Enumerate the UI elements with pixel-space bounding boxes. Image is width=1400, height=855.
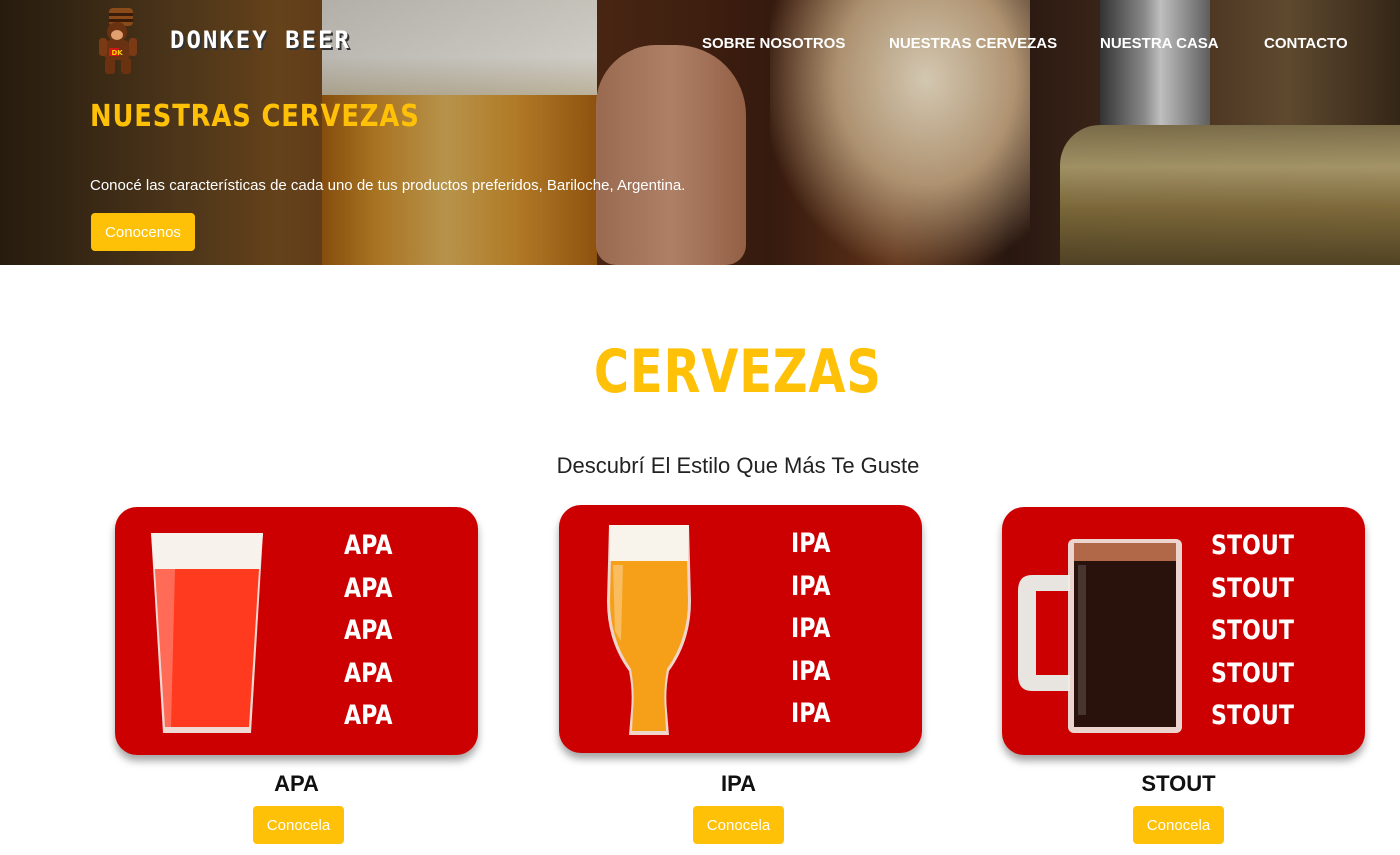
- card-word: APA: [344, 530, 393, 561]
- card-word: IPA: [791, 655, 831, 687]
- pint-glass-icon: [151, 533, 263, 733]
- conocenos-button[interactable]: Conocenos: [91, 213, 195, 251]
- conocela-stout-button[interactable]: Conocela: [1133, 806, 1224, 844]
- beer-mug-icon: [1018, 539, 1182, 733]
- nav-sobre-nosotros[interactable]: SOBRE NOSOTROS: [702, 35, 845, 52]
- card-word: APA: [344, 700, 393, 731]
- nav-nuestra-casa[interactable]: NUESTRA CASA: [1100, 35, 1219, 52]
- hero-title: NUESTRAS CERVEZAS: [90, 99, 420, 134]
- nav-nuestras-cervezas[interactable]: NUESTRAS CERVEZAS: [889, 35, 1057, 52]
- card-word: IPA: [791, 698, 831, 729]
- nav-contacto[interactable]: CONTACTO: [1264, 35, 1348, 52]
- card-word: STOUT: [1211, 657, 1294, 689]
- card-word: STOUT: [1211, 530, 1294, 561]
- tulip-glass-icon: [607, 525, 691, 735]
- card-word: APA: [344, 657, 393, 689]
- beer-card-ipa[interactable]: IPA IPA IPA IPA IPA: [559, 505, 922, 753]
- svg-text:DK: DK: [112, 49, 124, 57]
- card-word: STOUT: [1211, 700, 1294, 731]
- beer-name-stout: STOUT: [1141, 771, 1216, 796]
- brand-name[interactable]: DONKEY BEER: [170, 26, 351, 54]
- card-word: APA: [344, 615, 393, 646]
- beer-name-apa: APA: [274, 771, 319, 796]
- card-word: IPA: [791, 528, 831, 559]
- card-word: APA: [344, 572, 393, 604]
- hero-description: Conocé las características de cada uno d…: [90, 177, 686, 194]
- beer-card-stout[interactable]: STOUT STOUT STOUT STOUT STOUT: [1002, 507, 1365, 755]
- card-word: STOUT: [1211, 615, 1294, 646]
- card-word: STOUT: [1211, 572, 1294, 604]
- conocela-apa-button[interactable]: Conocela: [253, 806, 344, 844]
- card-words: APA APA APA APA APA: [344, 525, 403, 738]
- card-word: IPA: [791, 613, 831, 644]
- section-title: CERVEZAS: [593, 337, 882, 407]
- donkey-kong-logo-icon[interactable]: DK: [93, 8, 149, 76]
- card-words: STOUT STOUT STOUT STOUT STOUT: [1211, 525, 1312, 738]
- beer-fill: [1074, 559, 1176, 727]
- card-word: IPA: [791, 570, 831, 602]
- section-subtitle: Descubrí El Estilo Que Más Te Guste: [556, 453, 920, 478]
- card-words: IPA IPA IPA IPA IPA: [791, 523, 839, 736]
- beer-name-ipa: IPA: [720, 771, 757, 796]
- beer-card-apa[interactable]: APA APA APA APA APA: [115, 507, 478, 755]
- conocela-ipa-button[interactable]: Conocela: [693, 806, 784, 844]
